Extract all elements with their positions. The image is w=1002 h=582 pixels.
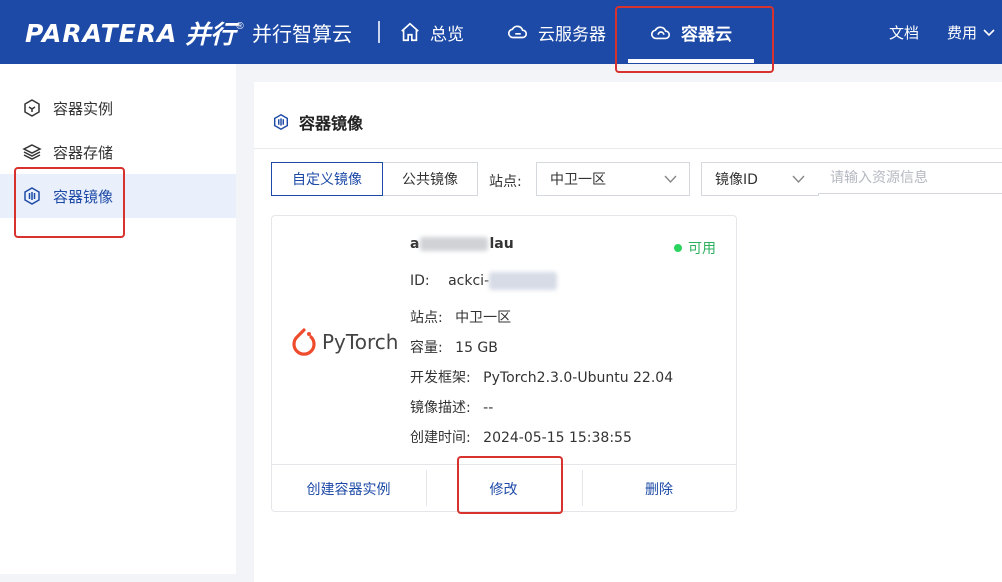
fee-label: 费用 <box>947 24 978 42</box>
storage-layers-icon <box>22 144 42 160</box>
status-badge: 可用 <box>674 238 716 258</box>
page-title: 容器镜像 <box>272 110 363 134</box>
image-name-prefix: a <box>410 236 420 252</box>
container-image-icon <box>273 113 289 131</box>
fee-menu[interactable]: 费用 <box>947 22 996 43</box>
info-row-framework: 开发框架: PyTorch2.3.0-Ubuntu 22.04 <box>410 367 673 387</box>
capacity-label: 容量: <box>410 340 443 356</box>
image-name: a lau <box>410 236 514 252</box>
header-divider <box>378 21 380 43</box>
action-divider <box>426 470 427 506</box>
brand-logo[interactable]: PARATERA 并行 ® <box>25 18 244 50</box>
site-label: 站点: <box>410 310 443 326</box>
search-field-value: 镜像ID <box>715 172 758 188</box>
create-instance-button[interactable]: 创建容器实例 <box>271 465 426 513</box>
image-name-suffix: lau <box>489 236 514 252</box>
nav-cloud-server-label: 云服务器 <box>538 24 606 45</box>
id-value: ackci- <box>448 273 490 289</box>
status-text: 可用 <box>688 241 716 257</box>
logo-text-cn: 并行 <box>185 20 236 49</box>
redacted-id <box>489 272 558 290</box>
info-row-capacity: 容量: 15 GB <box>410 337 498 357</box>
page-title-text: 容器镜像 <box>299 114 364 133</box>
home-icon <box>401 22 419 42</box>
info-row-id: ID: ackci- <box>410 272 558 290</box>
search-field-select[interactable]: 镜像ID <box>701 162 819 196</box>
tab-public-image[interactable]: 公共镜像 <box>383 162 478 196</box>
highlight-box-edit <box>457 456 563 514</box>
status-dot <box>674 244 682 252</box>
tab-custom-image[interactable]: 自定义镜像 <box>271 162 383 196</box>
info-row-site: 站点: 中卫一区 <box>410 307 511 327</box>
framework-value: PyTorch2.3.0-Ubuntu 22.04 <box>483 370 674 386</box>
id-label: ID: <box>410 273 430 289</box>
site-select-value: 中卫一区 <box>550 172 606 188</box>
title-divider <box>254 148 1002 149</box>
info-row-created: 创建时间: 2024-05-15 15:38:55 <box>410 427 632 447</box>
logo-text-en: PARATERA <box>25 18 178 48</box>
pytorch-logo-text: PyTorch <box>322 330 399 354</box>
docs-link[interactable]: 文档 <box>889 22 919 43</box>
framework-label: 开发框架: <box>410 370 471 386</box>
sidebar-item-label: 容器实例 <box>53 99 114 118</box>
cloud-server-icon <box>508 25 528 39</box>
nav-overview-label: 总览 <box>430 24 464 45</box>
action-divider <box>582 470 583 506</box>
pytorch-logo: PyTorch <box>290 326 398 358</box>
highlight-box-container-cloud <box>615 6 774 73</box>
info-row-description: 镜像描述: -- <box>410 397 493 417</box>
redacted-name <box>420 237 489 251</box>
registered-mark: ® <box>236 20 244 32</box>
delete-button[interactable]: 删除 <box>581 465 737 513</box>
chevron-down-icon <box>664 175 677 184</box>
product-name: 并行智算云 <box>252 22 352 46</box>
image-type-tabs: 自定义镜像 公共镜像 <box>271 162 478 196</box>
sidebar-item-label: 容器存储 <box>53 143 114 162</box>
site-select[interactable]: 中卫一区 <box>536 162 690 196</box>
desc-value: -- <box>483 400 494 416</box>
sidebar-item-container-instance[interactable]: 容器实例 <box>0 86 236 130</box>
chevron-down-icon <box>983 28 995 36</box>
site-filter-label: 站点: <box>489 174 522 190</box>
search-input[interactable] <box>818 162 1002 194</box>
pytorch-flame-icon <box>292 328 316 356</box>
container-instance-icon <box>24 99 40 117</box>
nav-cloud-server[interactable]: 云服务器 <box>507 0 606 64</box>
nav-overview[interactable]: 总览 <box>399 0 464 64</box>
top-header: PARATERA 并行 ® 并行智算云 总览 云服务器 容器云 文档 费用 <box>0 0 1002 64</box>
desc-label: 镜像描述: <box>410 400 471 416</box>
capacity-value: 15 GB <box>455 340 498 356</box>
site-value: 中卫一区 <box>455 310 512 326</box>
chevron-down-icon <box>792 175 805 184</box>
created-label: 创建时间: <box>410 430 471 446</box>
created-value: 2024-05-15 15:38:55 <box>483 430 632 446</box>
highlight-box-container-image <box>14 167 125 238</box>
